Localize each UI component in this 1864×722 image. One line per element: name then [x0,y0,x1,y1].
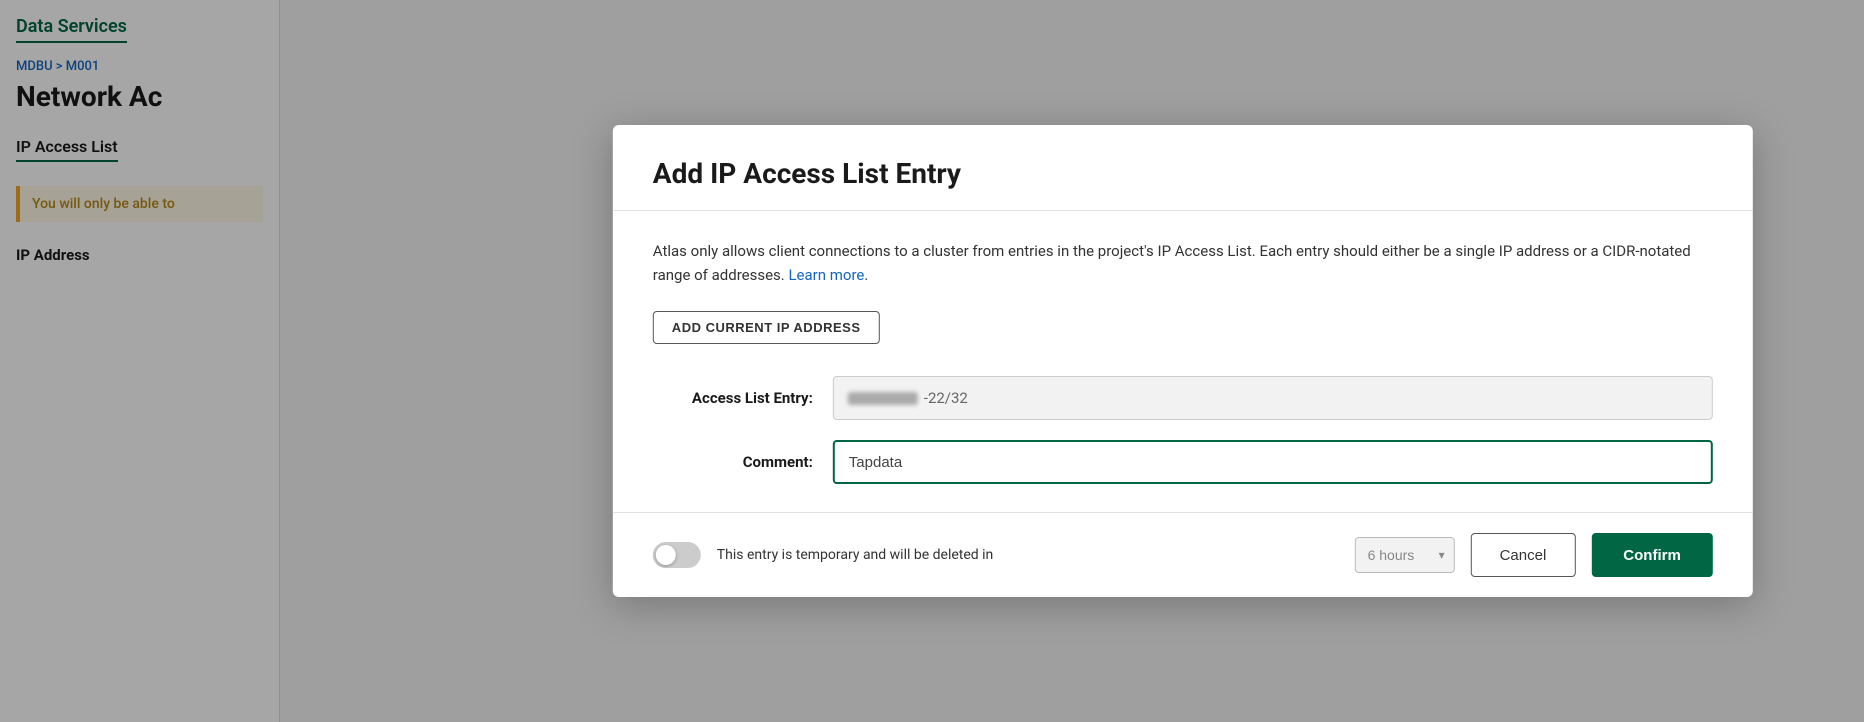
access-list-entry-field[interactable]: -22/32 [833,376,1713,420]
hours-select[interactable]: 1 hour 6 hours 1 day 1 week [1355,537,1455,573]
form-section: Access List Entry: -22/32 Comment: [653,376,1713,484]
modal-title: Add IP Access List Entry [653,157,1713,190]
ip-blur [848,392,918,405]
learn-more-link[interactable]: Learn more [788,266,864,284]
cancel-button[interactable]: Cancel [1471,533,1576,577]
confirm-button[interactable]: Confirm [1591,533,1713,577]
comment-row: Comment: [653,440,1713,484]
modal-description: Atlas only allows client connections to … [653,239,1713,287]
comment-label: Comment: [653,453,813,471]
modal-body: Atlas only allows client connections to … [613,211,1753,512]
ip-suffix: -22/32 [924,389,968,407]
modal-footer: This entry is temporary and will be dele… [613,512,1753,597]
access-list-entry-row: Access List Entry: -22/32 [653,376,1713,420]
footer-temporary-text: This entry is temporary and will be dele… [717,547,1339,563]
access-list-entry-label: Access List Entry: [653,389,813,407]
toggle-track [653,542,701,568]
toggle-thumb [656,545,676,565]
hours-select-wrapper: 1 hour 6 hours 1 day 1 week [1355,537,1455,573]
temporary-entry-toggle[interactable] [653,542,701,568]
add-current-ip-button[interactable]: ADD CURRENT IP ADDRESS [653,311,880,344]
add-ip-modal: Add IP Access List Entry Atlas only allo… [613,125,1753,597]
comment-input[interactable] [833,440,1713,484]
modal-header: Add IP Access List Entry [613,125,1753,211]
